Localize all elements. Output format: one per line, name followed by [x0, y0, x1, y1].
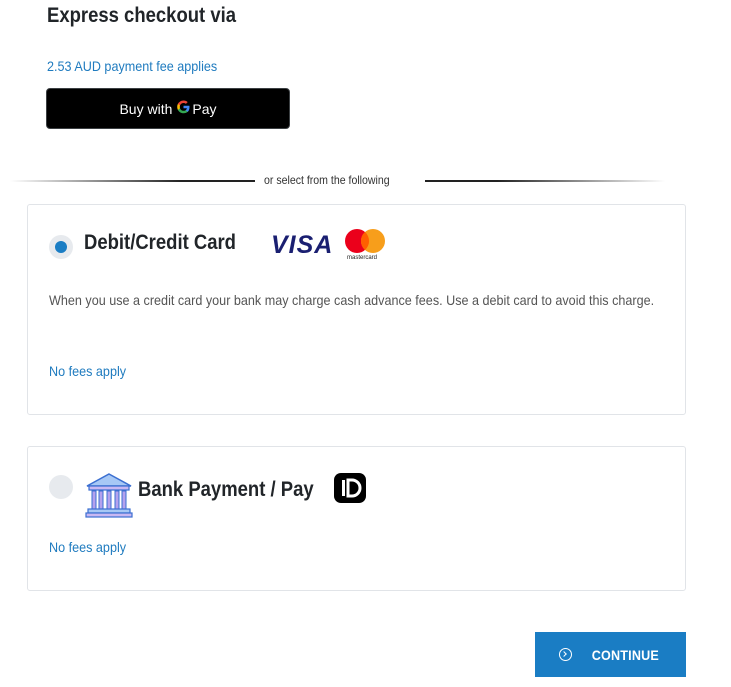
mastercard-wordmark: mastercard [347, 255, 378, 261]
continue-button[interactable]: CONTINUE [535, 632, 686, 677]
options-divider: or select from the following [0, 173, 670, 189]
bank-icon [84, 471, 134, 519]
bank-no-fees-text: No fees apply [49, 539, 127, 555]
continue-label: CONTINUE [591, 646, 659, 663]
divider-line-right [425, 180, 665, 182]
chevron-right-circle-icon [558, 648, 572, 661]
card-radio-button[interactable] [49, 235, 73, 259]
card-no-fees-text: No fees apply [49, 363, 127, 379]
divider-line-left [10, 180, 255, 182]
bank-option-title: Bank Payment / Pay [138, 478, 314, 501]
payment-fee-text: 2.53 AUD payment fee applies [47, 58, 218, 74]
google-pay-word: Pay [192, 100, 217, 117]
card-fee-warning: When you use a credit card your bank may… [49, 292, 655, 308]
mastercard-logo: mastercard [343, 227, 389, 265]
google-pay-label: Buy with [119, 100, 173, 117]
google-g-logo [177, 100, 190, 113]
card-option-title: Debit/Credit Card [84, 231, 236, 254]
payment-option-card[interactable]: Debit/Credit Card VISA mastercard When y… [27, 204, 686, 415]
google-g-icon [177, 100, 190, 118]
payid-icon [342, 478, 362, 498]
visa-logo: VISA [271, 231, 334, 259]
bank-building-icon [85, 473, 133, 518]
divider-text: or select from the following [264, 173, 390, 187]
payid-logo [334, 473, 366, 503]
google-pay-button[interactable]: Buy with Pay [46, 88, 290, 129]
payment-option-bank[interactable]: Bank Payment / Pay No fees apply [27, 446, 686, 591]
express-checkout-title: Express checkout via [47, 4, 237, 27]
bank-radio-button[interactable] [49, 475, 73, 499]
